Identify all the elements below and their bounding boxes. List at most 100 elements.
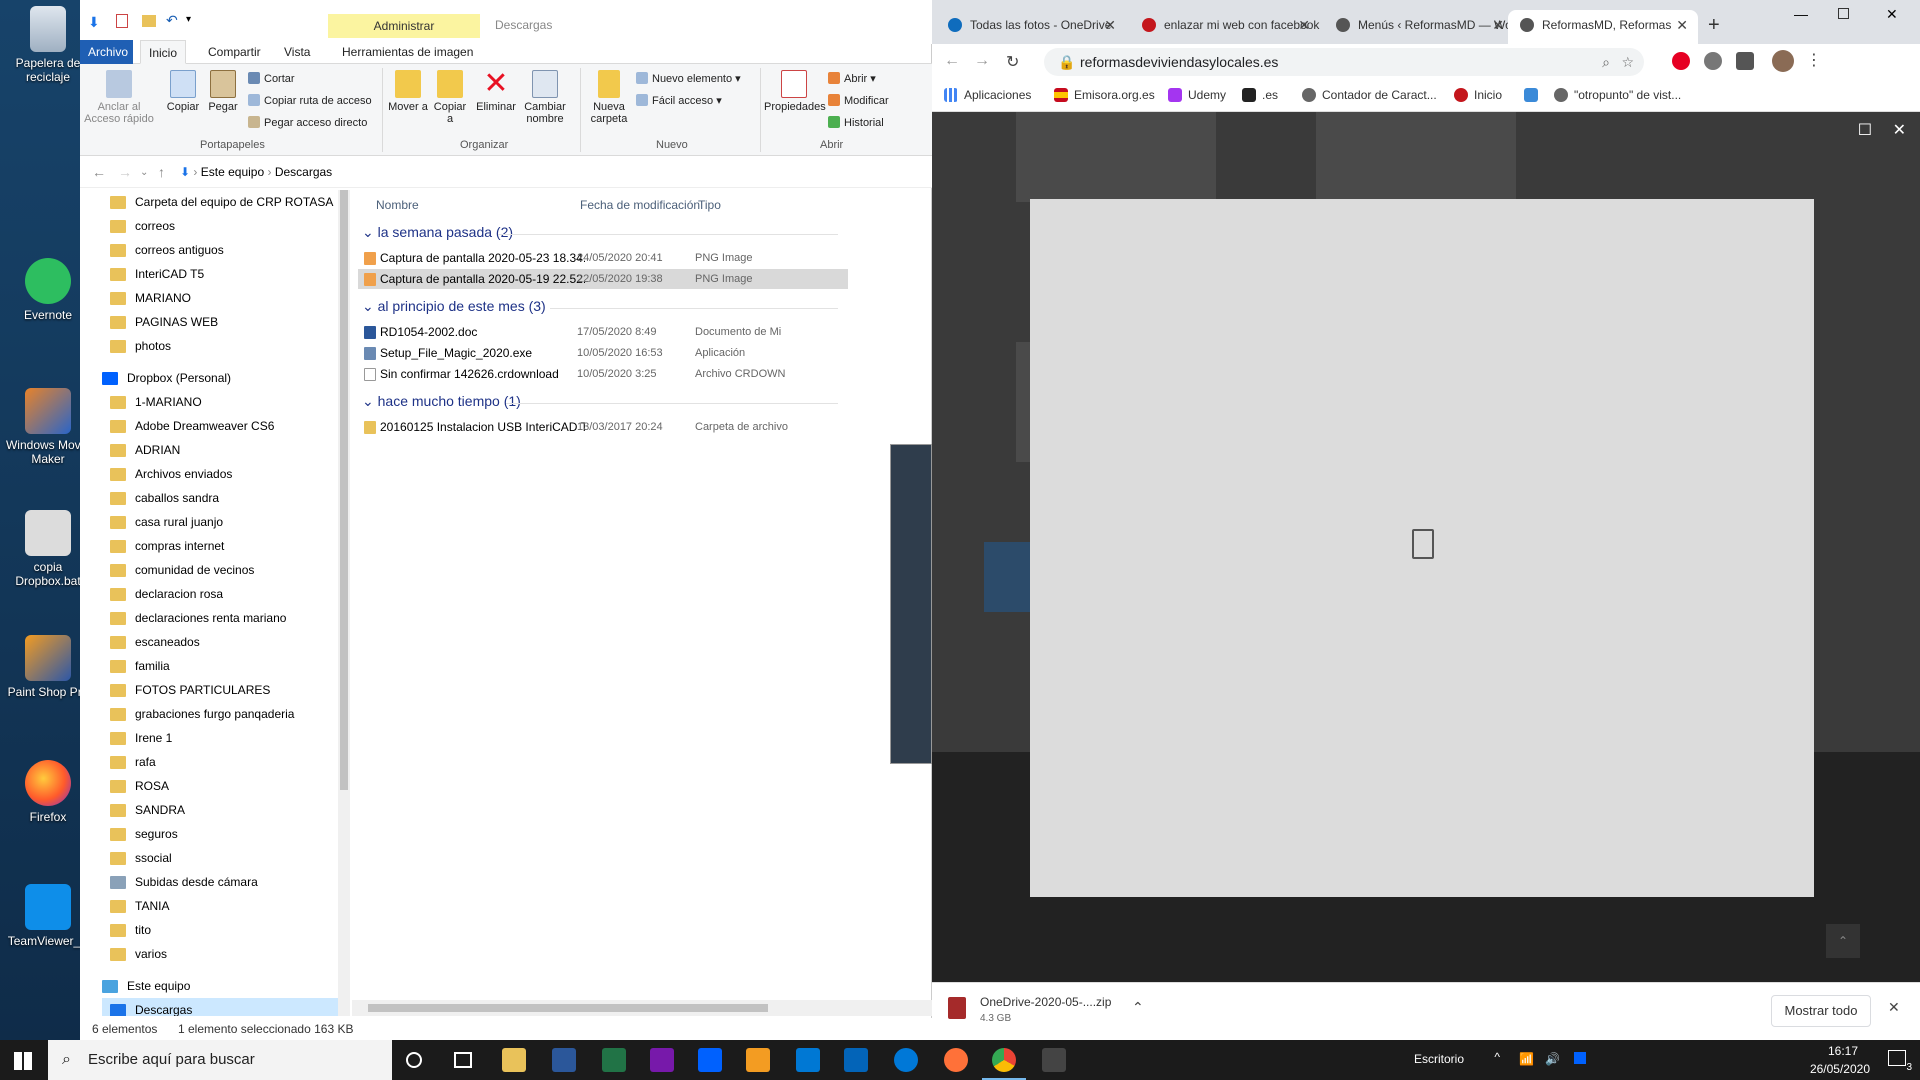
group-header[interactable]: ⌄ hace mucho tiempo (1) xyxy=(362,393,521,410)
pin-quick-access-button[interactable]: Anclar al Acceso rápido xyxy=(84,70,154,125)
chrome-taskbar-icon[interactable] xyxy=(982,1048,1026,1080)
nav-item[interactable]: escaneados xyxy=(110,630,200,654)
file-row[interactable]: Captura de pantalla 2020-05-23 18.34.27.… xyxy=(358,248,848,268)
maximize-icon[interactable] xyxy=(1838,8,1849,19)
tab-share[interactable]: Compartir xyxy=(200,40,269,64)
desktop-toolbar-label[interactable]: Escritorio xyxy=(1414,1052,1464,1066)
properties-button[interactable]: Propiedades xyxy=(764,70,826,113)
mail-taskbar-icon[interactable] xyxy=(796,1048,820,1072)
close-lightbox-icon[interactable]: ✕ xyxy=(1893,122,1906,139)
new-folder-button[interactable]: Nueva carpeta xyxy=(586,70,632,125)
nav-item-dropbox[interactable]: Dropbox (Personal) xyxy=(102,366,231,390)
nav-item[interactable]: declaraciones renta mariano xyxy=(110,606,286,630)
tab-home[interactable]: Inicio xyxy=(140,40,187,64)
new-item-button[interactable]: Nuevo elemento ▾ xyxy=(636,72,741,86)
move-to-button[interactable]: Mover a xyxy=(388,70,428,113)
nav-item[interactable]: rafa xyxy=(110,750,156,774)
onenote-taskbar-icon[interactable] xyxy=(650,1048,674,1072)
download-filename[interactable]: OneDrive-2020-05-....zip xyxy=(980,995,1111,1009)
easy-access-button[interactable]: Fácil acceso ▾ xyxy=(636,94,722,108)
nav-item[interactable]: Irene 1 xyxy=(110,726,172,750)
bookmark-item[interactable]: Udemy xyxy=(1168,88,1226,102)
nav-item[interactable]: FOTOS PARTICULARES xyxy=(110,678,270,702)
copy-path-button[interactable]: Copiar ruta de acceso xyxy=(248,94,372,108)
nav-item[interactable]: compras internet xyxy=(110,534,224,558)
history-button[interactable]: Historial xyxy=(828,116,884,130)
cortana-icon[interactable] xyxy=(406,1052,422,1068)
nav-item[interactable]: TANIA xyxy=(110,894,169,918)
paste-shortcut-button[interactable]: Pegar acceso directo xyxy=(248,116,367,130)
taskbar-search[interactable]: ⌕ Escribe aquí para buscar xyxy=(48,1040,392,1080)
file-row[interactable]: Setup_File_Magic_2020.exe 10/05/2020 16:… xyxy=(358,343,848,363)
bookmark-item[interactable] xyxy=(1524,88,1544,102)
cut-button[interactable]: Cortar xyxy=(248,72,295,86)
browser-tab[interactable]: Menús ‹ ReformasMD — WordPress✕ xyxy=(1324,10,1514,44)
bookmark-apps[interactable]: Aplicaciones xyxy=(944,88,1031,102)
nav-item-this-pc[interactable]: Este equipo xyxy=(102,974,190,998)
close-window-icon[interactable]: ✕ xyxy=(1886,6,1898,23)
close-tab-icon[interactable]: ✕ xyxy=(1492,10,1504,40)
nav-item[interactable]: comunidad de vecinos xyxy=(110,558,254,582)
nav-item[interactable]: correos xyxy=(110,214,175,238)
action-center-icon[interactable] xyxy=(1888,1050,1906,1066)
forward-arrow-icon[interactable]: → xyxy=(118,164,132,180)
file-row[interactable]: Sin confirmar 142626.crdownload 10/05/20… xyxy=(358,364,848,384)
column-header-date[interactable]: Fecha de modificación xyxy=(580,198,700,212)
bookmark-item[interactable]: Emisora.org.es xyxy=(1054,88,1155,102)
edit-button[interactable]: Modificar xyxy=(828,94,889,108)
group-header[interactable]: ⌄ al principio de este mes (3) xyxy=(362,298,546,315)
close-tab-icon[interactable]: ✕ xyxy=(1676,10,1688,40)
nav-item[interactable]: 1-MARIANO xyxy=(110,390,202,414)
edge-taskbar-icon[interactable] xyxy=(894,1048,918,1072)
tab-file[interactable]: Archivo xyxy=(80,40,133,64)
breadcrumb-downloads[interactable]: Descargas xyxy=(275,165,332,179)
menu-kebab-icon[interactable]: ⋮ xyxy=(1806,50,1822,70)
scroll-to-top-button[interactable]: ⌃ xyxy=(1826,924,1860,958)
nav-item[interactable]: InteriCAD T5 xyxy=(110,262,204,286)
nav-item[interactable]: ADRIAN xyxy=(110,438,180,462)
nav-scrollbar[interactable] xyxy=(338,190,350,1016)
recent-dropdown-icon[interactable]: ⌄ xyxy=(140,167,148,178)
file-row[interactable]: 20160125 Instalacion USB InteriCAD T6 13… xyxy=(358,417,848,437)
new-tab-icon[interactable]: + xyxy=(1708,14,1720,37)
bookmark-item[interactable]: Inicio xyxy=(1454,88,1502,102)
nav-item[interactable]: photos xyxy=(110,334,171,358)
outlook-taskbar-icon[interactable] xyxy=(844,1048,868,1072)
forward-icon[interactable]: → xyxy=(974,52,990,70)
nav-item[interactable]: declaracion rosa xyxy=(110,582,223,606)
open-button[interactable]: Abrir ▾ xyxy=(828,72,876,86)
show-all-button[interactable]: Mostrar todo xyxy=(1771,995,1871,1027)
file-explorer-taskbar-icon[interactable] xyxy=(502,1048,526,1072)
nav-item[interactable]: caballos sandra xyxy=(110,486,219,510)
tab-view[interactable]: Vista xyxy=(276,40,318,64)
rename-button[interactable]: Cambiar nombre xyxy=(520,70,570,125)
word-taskbar-icon[interactable] xyxy=(552,1048,576,1072)
browser-tab-active[interactable]: ReformasMD, Reformas ✕ xyxy=(1508,10,1698,44)
nav-item[interactable]: casa rural juanjo xyxy=(110,510,223,534)
qat-dropdown-icon[interactable]: ▾ xyxy=(186,14,191,25)
close-tab-icon[interactable]: ✕ xyxy=(1298,10,1310,40)
profile-avatar[interactable] xyxy=(1772,50,1794,72)
back-arrow-icon[interactable]: ← xyxy=(92,164,106,180)
browser-tab[interactable]: enlazar mi web con facebook ✕ xyxy=(1130,10,1320,44)
file-row[interactable]: RD1054-2002.doc 17/05/2020 8:49 Document… xyxy=(358,322,848,342)
dropbox-tray-icon[interactable] xyxy=(1574,1052,1586,1064)
nav-item[interactable]: tito xyxy=(110,918,151,942)
calculator-taskbar-icon[interactable] xyxy=(1042,1048,1066,1072)
bookmark-star-icon[interactable]: ☆ xyxy=(1621,48,1634,76)
windows-start-icon[interactable] xyxy=(14,1052,32,1070)
chevron-up-icon[interactable]: ⌃ xyxy=(1132,999,1144,1016)
tab-image-tools[interactable]: Herramientas de imagen xyxy=(334,40,481,64)
clock-date[interactable]: 26/05/2020 xyxy=(1810,1062,1870,1076)
omnibox[interactable]: 🔒 reformasdeviviendasylocales.es ⌕ ☆ xyxy=(1044,48,1644,76)
excel-taskbar-icon[interactable] xyxy=(602,1048,626,1072)
properties-check-icon[interactable] xyxy=(116,14,128,28)
column-header-type[interactable]: Tipo xyxy=(698,198,721,212)
nav-item[interactable]: PAGINAS WEB xyxy=(110,310,218,334)
nav-item[interactable]: SANDRA xyxy=(110,798,185,822)
zoom-icon[interactable]: ⌕ xyxy=(1602,48,1610,76)
nav-item[interactable]: seguros xyxy=(110,822,178,846)
file-row-selected[interactable]: Captura de pantalla 2020-05-19 22.52.59.… xyxy=(358,269,848,289)
scrollbar-thumb[interactable] xyxy=(340,190,348,790)
nav-item[interactable]: correos antiguos xyxy=(110,238,224,262)
